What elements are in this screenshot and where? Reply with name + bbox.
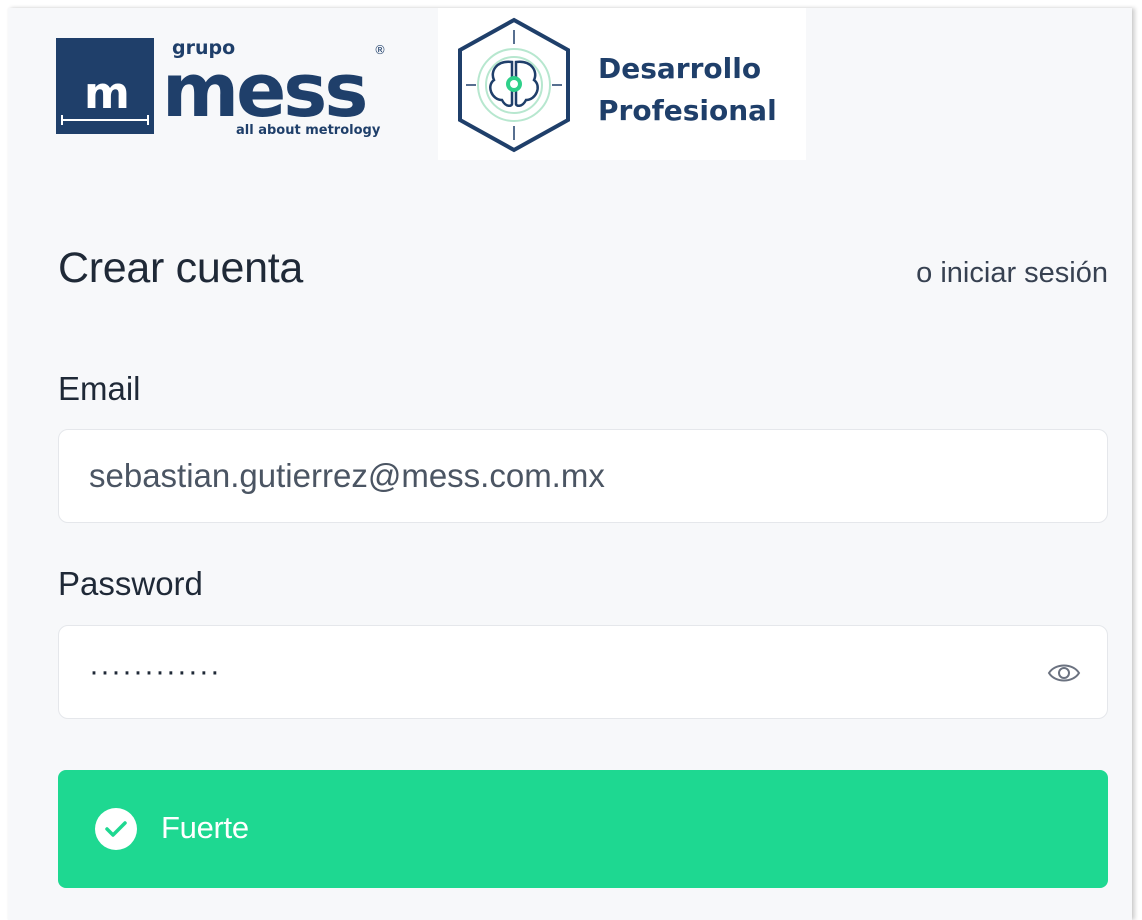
email-field[interactable] — [89, 430, 1029, 522]
brain-hexagon-icon — [458, 17, 570, 153]
email-field-container — [58, 429, 1108, 523]
eye-icon[interactable] — [1047, 658, 1081, 688]
mess-logo-mark: m — [84, 68, 130, 119]
email-label: Email — [58, 370, 141, 407]
signin-link[interactable]: o iniciar sesión — [916, 257, 1108, 290]
page-title: Crear cuenta — [58, 244, 303, 292]
password-strength-banner: Fuerte — [58, 770, 1108, 888]
check-circle-icon — [95, 808, 137, 850]
password-label: Password — [58, 565, 203, 602]
signup-panel: m grupo mess all about metrology ® Desar… — [8, 8, 1132, 920]
password-strength-label: Fuerte — [161, 810, 249, 845]
dp-logo-line1: Desarrollo — [598, 52, 762, 85]
dp-logo-line2: Profesional — [598, 94, 777, 127]
mess-logo-registered: ® — [374, 43, 386, 57]
grupo-mess-logo: m grupo mess all about metrology ® — [56, 37, 386, 138]
password-field[interactable] — [89, 626, 1029, 718]
mess-logo-word: mess — [162, 48, 365, 134]
password-field-container — [58, 625, 1108, 719]
desarrollo-profesional-logo: Desarrollo Profesional — [438, 8, 806, 160]
mess-logo-tagline: all about metrology — [236, 123, 381, 138]
